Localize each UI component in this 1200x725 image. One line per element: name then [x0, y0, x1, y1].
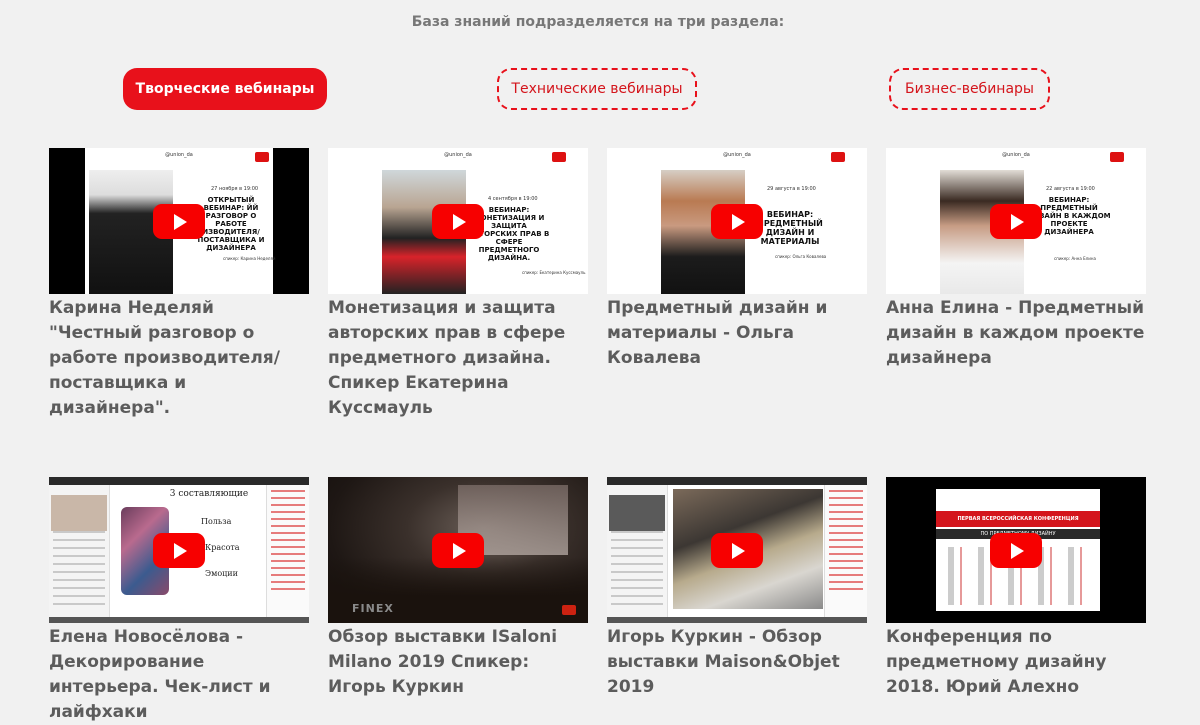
video-card: @union_da 22 августа в 19:00 ВЕБИНАР: ПР… [886, 148, 1146, 371]
thumb-date: 4 сентября в 19:00 [488, 196, 538, 202]
video-title[interactable]: Елена Новосёлова - Декорирование интерье… [49, 625, 309, 725]
union-logo-icon [1110, 152, 1124, 162]
video-thumbnail[interactable]: @union_da 4 сентября в 19:00 ВЕБИНАР: МО… [328, 148, 588, 294]
slide-bullet: Красота [205, 543, 240, 552]
play-icon[interactable] [432, 533, 484, 568]
thumb-brand: @union_da [165, 152, 193, 158]
play-icon[interactable] [432, 204, 484, 239]
video-title[interactable]: Игорь Куркин - Обзор выставки Maison&Obj… [607, 625, 867, 700]
video-title[interactable]: Монетизация и защита авторских прав в сф… [328, 296, 588, 421]
video-thumbnail[interactable]: @union_da 22 августа в 19:00 ВЕБИНАР: ПР… [886, 148, 1146, 294]
app-titlebar [49, 477, 309, 485]
thumb-date: 22 августа в 19:00 [1046, 186, 1095, 192]
video-card: ПЕРВАЯ ВСЕРОССИЙСКАЯ КОНФЕРЕНЦИЯ ПО ПРЕД… [886, 477, 1146, 700]
union-logo-icon [255, 152, 269, 162]
video-card: @union_da 4 сентября в 19:00 ВЕБИНАР: МО… [328, 148, 588, 421]
app-statusbar [49, 617, 309, 623]
thumb-brand: @union_da [1002, 152, 1030, 158]
letterbox [49, 148, 85, 294]
app-chat-panel [266, 485, 309, 623]
video-title[interactable]: Обзор выставки ISaloni Milano 2019 Спике… [328, 625, 588, 700]
finex-watermark: FINEX [352, 602, 394, 615]
thumb-date: 29 августа в 19:00 [767, 186, 816, 192]
union-logo-icon [552, 152, 566, 162]
video-title[interactable]: Анна Елина - Предметный дизайн в каждом … [886, 296, 1146, 371]
video-card: FINEX Обзор выставки ISaloni Milano 2019… [328, 477, 588, 700]
video-card: @union_da 27 ноября в 19:00 ОТКРЫТЫЙ ВЕБ… [49, 148, 309, 421]
thumb-speaker: спикер: Карина Неделяй [223, 256, 276, 261]
thumb-speaker: спикер: Ольга Ковалева [775, 254, 827, 259]
video-thumbnail[interactable]: ПЕРВАЯ ВСЕРОССИЙСКАЯ КОНФЕРЕНЦИЯ ПО ПРЕД… [886, 477, 1146, 623]
letterbox [273, 148, 309, 294]
app-sidebar [49, 485, 110, 623]
section-intro: База знаний подразделяется на три раздел… [411, 14, 785, 30]
slide-bullet: Польза [201, 517, 232, 526]
tab-creative-webinars[interactable]: Творческие вебинары [123, 68, 327, 110]
thumb-speaker: спикер: Анна Елина [1054, 256, 1096, 261]
video-card: 3 составляющие Польза Красота Эмоции Еле… [49, 477, 309, 725]
app-chat-panel [824, 485, 867, 623]
play-icon[interactable] [990, 533, 1042, 568]
webcam-view [609, 495, 665, 531]
poster-banner: ПЕРВАЯ ВСЕРОССИЙСКАЯ КОНФЕРЕНЦИЯ [936, 511, 1100, 527]
slide-bullet: Эмоции [205, 569, 238, 578]
thumb-date: 27 ноября в 19:00 [211, 186, 259, 192]
app-sidebar [607, 485, 668, 623]
tab-business-webinars[interactable]: Бизнес-вебинары [889, 68, 1050, 110]
app-statusbar [607, 617, 867, 623]
video-title[interactable]: Предметный дизайн и материалы - Ольга Ко… [607, 296, 867, 371]
app-titlebar [607, 477, 867, 485]
union-logo-icon [562, 605, 576, 615]
thumb-brand: @union_da [723, 152, 751, 158]
play-icon[interactable] [990, 204, 1042, 239]
play-icon[interactable] [153, 533, 205, 568]
webcam-view [51, 495, 107, 531]
slide-title: 3 составляющие [169, 489, 249, 499]
play-icon[interactable] [711, 204, 763, 239]
video-title[interactable]: Конференция по предметному дизайну 2018.… [886, 625, 1146, 700]
thumb-speaker: спикер: Екатерина Куссмауль [522, 270, 586, 275]
video-thumbnail[interactable]: FINEX [328, 477, 588, 623]
video-card: Игорь Куркин - Обзор выставки Maison&Obj… [607, 477, 867, 700]
video-thumbnail[interactable] [607, 477, 867, 623]
thumb-brand: @union_da [444, 152, 472, 158]
video-thumbnail[interactable]: 3 составляющие Польза Красота Эмоции [49, 477, 309, 623]
video-card: @union_da 29 августа в 19:00 ВЕБИНАР: ПР… [607, 148, 867, 371]
tab-technical-webinars[interactable]: Технические вебинары [497, 68, 697, 110]
play-icon[interactable] [153, 204, 205, 239]
video-title[interactable]: Карина Неделяй "Честный разговор о работ… [49, 296, 309, 421]
video-thumbnail[interactable]: @union_da 27 ноября в 19:00 ОТКРЫТЫЙ ВЕБ… [49, 148, 309, 294]
union-logo-icon [831, 152, 845, 162]
video-thumbnail[interactable]: @union_da 29 августа в 19:00 ВЕБИНАР: ПР… [607, 148, 867, 294]
play-icon[interactable] [711, 533, 763, 568]
